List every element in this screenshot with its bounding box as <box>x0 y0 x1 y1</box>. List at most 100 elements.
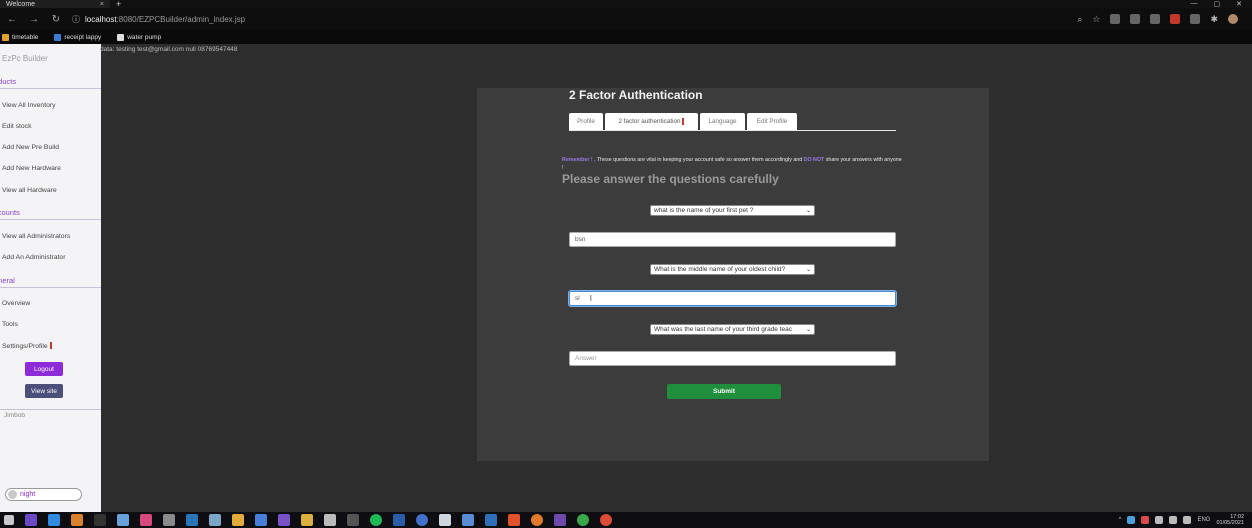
tab-close-icon[interactable]: × <box>100 1 104 8</box>
back-icon[interactable]: ← <box>6 14 18 25</box>
settings-gear-icon[interactable] <box>324 514 336 526</box>
network-icon[interactable] <box>1169 516 1178 524</box>
close-window-icon[interactable]: ✕ <box>1236 0 1242 8</box>
page-title: 2 Factor Authentication <box>569 88 703 102</box>
question-1-select[interactable]: what is the name of your first pet ? ⌄ <box>650 205 815 216</box>
url-host: localhost <box>85 14 117 24</box>
info-icon[interactable]: ⓘ <box>72 14 80 25</box>
profile-tabs: Profile 2 factor authentication Language… <box>569 113 896 131</box>
submit-button[interactable]: Submit <box>667 384 781 399</box>
start-icon[interactable] <box>4 515 14 525</box>
sidebar-item-edit-stock[interactable]: Edit stock <box>2 123 31 130</box>
cloud-icon[interactable] <box>1127 516 1136 524</box>
bookmark-water-pump[interactable]: water pump <box>117 33 161 41</box>
reminder-lead: Remember ! , <box>562 157 596 163</box>
app-icon[interactable] <box>209 514 221 526</box>
sidebar-item-tools[interactable]: Tools <box>2 321 18 328</box>
profile-avatar[interactable] <box>1228 14 1238 24</box>
sidebar-item-settings[interactable]: Settings/Profile <box>2 342 52 350</box>
reminder-text: These questions are vital in keeping you… <box>595 157 804 163</box>
app-icon[interactable] <box>232 514 244 526</box>
visual-studio-icon[interactable] <box>25 514 37 526</box>
app-icon[interactable] <box>163 514 175 526</box>
language-indicator[interactable]: ENG <box>1197 517 1210 523</box>
system-tray: ^ ENG 17:02 01/05/2021 <box>1119 514 1252 526</box>
file-explorer-icon[interactable] <box>301 514 313 526</box>
pen-icon[interactable] <box>1130 14 1141 24</box>
app-icon[interactable] <box>462 514 474 526</box>
chevron-down-icon: ⌄ <box>805 327 811 333</box>
clock[interactable]: 17:02 01/05/2021 <box>1216 514 1244 526</box>
browser-tabstrip: Welcome × + — ▢ ✕ <box>0 0 1252 9</box>
answer-2-input[interactable]: sl I <box>569 291 896 306</box>
tab-2fa[interactable]: 2 factor authentication <box>605 113 698 130</box>
sidebar-item-view-hardware[interactable]: View all Hardware <box>2 187 57 194</box>
red-extension-icon[interactable] <box>1170 14 1181 24</box>
address-bar[interactable]: ⓘ localhost:8080/EZPCBuilder/admin_index… <box>72 11 1067 27</box>
bookmark-receipt-lappy[interactable]: receipt lappy <box>54 33 101 41</box>
sidebar-item-view-admins[interactable]: View all Administrators <box>2 233 70 240</box>
zoom-icon[interactable]: ⌕ <box>1077 14 1082 25</box>
spotify-icon[interactable] <box>370 514 382 526</box>
app-icon[interactable] <box>416 514 428 526</box>
mic-icon[interactable] <box>1155 516 1164 524</box>
active-marker-icon <box>682 118 685 125</box>
word-icon[interactable] <box>393 514 405 526</box>
admin-sidebar: EzPc Builder oducts View All Inventory E… <box>0 44 101 512</box>
bookmark-timetable[interactable]: timetable <box>2 33 38 41</box>
window-icon[interactable] <box>1190 14 1201 24</box>
selenium-icon[interactable] <box>485 514 497 526</box>
search-icon[interactable] <box>439 514 451 526</box>
brave-icon[interactable] <box>508 514 520 526</box>
sidebar-username: Jimbob <box>4 412 25 419</box>
steam-icon[interactable] <box>186 514 198 526</box>
minimize-icon[interactable]: — <box>1191 0 1198 8</box>
question-2-select[interactable]: What is the middle name of your oldest c… <box>650 264 815 275</box>
volume-icon[interactable] <box>1183 516 1192 524</box>
toggle-knob-icon <box>8 490 17 499</box>
firefox-icon[interactable] <box>531 514 543 526</box>
app-icon[interactable] <box>554 514 566 526</box>
puzzle-icon[interactable]: ✱ <box>1210 14 1218 25</box>
app-icon[interactable] <box>577 514 589 526</box>
browser-tab[interactable]: Welcome × <box>0 0 110 8</box>
sidebar-item-overview[interactable]: Overview <box>2 300 30 307</box>
app-icon[interactable] <box>347 514 359 526</box>
teams-icon[interactable] <box>278 514 290 526</box>
tab-profile[interactable]: Profile <box>569 113 603 130</box>
instructions-heading: Please answer the questions carefully <box>562 172 779 186</box>
active-marker-icon <box>49 342 52 349</box>
tab-language[interactable]: Language <box>700 113 745 130</box>
app-icon[interactable] <box>71 514 83 526</box>
forward-icon[interactable]: → <box>28 14 40 25</box>
app-icon[interactable] <box>255 514 267 526</box>
section-divider <box>0 409 101 410</box>
answer-1-input[interactable]: bsn <box>569 232 896 247</box>
sidebar-brand[interactable]: EzPc Builder <box>2 54 48 63</box>
sidebar-item-view-inventory[interactable]: View All Inventory <box>2 102 56 109</box>
chevron-up-icon[interactable]: ^ <box>1119 517 1122 523</box>
night-mode-toggle[interactable]: night <box>5 488 82 501</box>
screenshot-icon[interactable] <box>1150 14 1161 24</box>
maximize-icon[interactable]: ▢ <box>1214 0 1221 8</box>
question-3-select[interactable]: What was the last name of your third gra… <box>650 324 815 335</box>
sidebar-item-add-hardware[interactable]: Add New Hardware <box>2 165 61 172</box>
extension-icon[interactable] <box>1110 14 1121 24</box>
chevron-down-icon: ⌄ <box>805 208 811 214</box>
terminal-icon[interactable] <box>94 514 106 526</box>
tab-edit-profile[interactable]: Edit Profile <box>747 113 797 130</box>
app-icon[interactable] <box>117 514 129 526</box>
chrome-icon[interactable] <box>600 514 612 526</box>
view-site-button[interactable]: View site <box>25 384 63 398</box>
logout-button[interactable]: Logout <box>25 362 63 376</box>
star-icon[interactable]: ☆ <box>1092 14 1100 25</box>
sidebar-item-add-admin[interactable]: Add An Administrator <box>2 254 65 261</box>
vscode-icon[interactable] <box>48 514 60 526</box>
reload-icon[interactable]: ↻ <box>50 14 62 25</box>
tray-app-icon[interactable] <box>1141 516 1150 524</box>
app-icon[interactable] <box>140 514 152 526</box>
sidebar-item-add-prebuild[interactable]: Add New Pre Build <box>2 144 59 151</box>
chevron-down-icon: ⌄ <box>805 267 811 273</box>
answer-3-input[interactable]: Answer <box>569 351 896 366</box>
bookmark-icon <box>2 33 9 41</box>
